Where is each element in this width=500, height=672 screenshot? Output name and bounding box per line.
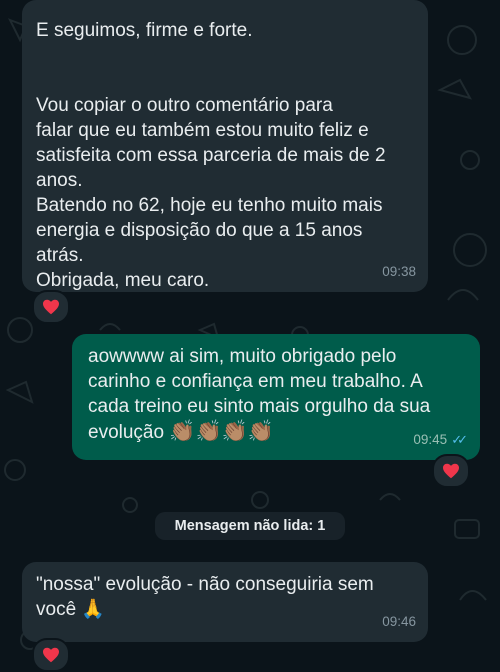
reaction-badge[interactable] <box>32 638 70 672</box>
message-meta: 09:45 ✓✓ <box>413 427 468 452</box>
message-time: 09:38 <box>382 264 416 279</box>
message-time: 09:46 <box>382 614 416 629</box>
message-content: aowwww ai sim, muito obrigado pelo carin… <box>88 344 464 445</box>
message-bubble-incoming[interactable]: E seguimos, firme e forte. Vou copiar o … <box>22 0 428 292</box>
folded-hands-emoji: 🙏 <box>81 599 106 620</box>
message-meta: 09:46 <box>382 609 416 634</box>
read-ticks-icon: ✓✓ <box>451 432 468 447</box>
message-meta: 09:38 <box>382 259 416 284</box>
heart-icon <box>43 299 59 315</box>
message-bubble-outgoing[interactable]: aowwww ai sim, muito obrigado pelo carin… <box>72 334 480 460</box>
message-text: E seguimos, firme e forte. Vou copiar o … <box>36 20 386 291</box>
message-content: "nossa" evolução - não conseguiria sem v… <box>36 572 414 622</box>
heart-icon <box>443 463 459 479</box>
reaction-badge[interactable] <box>32 290 70 324</box>
unread-label: Mensagem não lida: 1 <box>154 512 346 540</box>
heart-icon <box>43 647 59 663</box>
message-time: 09:45 <box>413 432 448 447</box>
clapping-hands-emoji: 👏🏽👏🏽👏🏽👏🏽 <box>169 420 274 443</box>
message-bubble-incoming[interactable]: "nossa" evolução - não conseguiria sem v… <box>22 562 428 642</box>
reaction-badge[interactable] <box>432 454 470 488</box>
unread-messages-divider: Mensagem não lida: 1 <box>0 512 500 540</box>
